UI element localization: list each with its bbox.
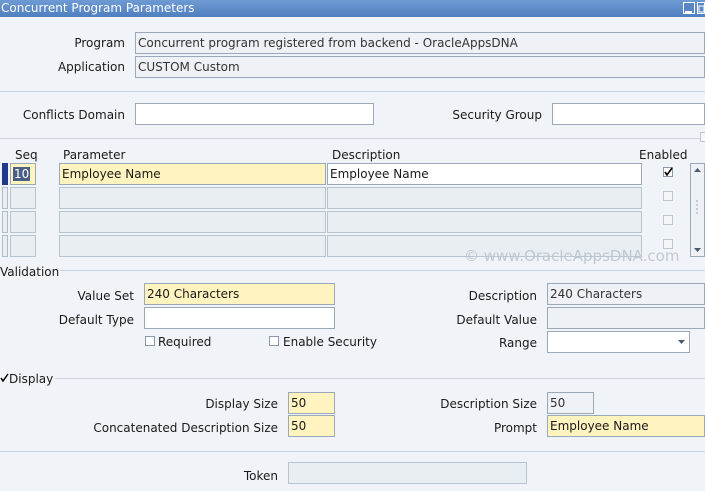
parameter-field[interactable] xyxy=(59,235,326,257)
default-type-field[interactable] xyxy=(144,307,335,329)
maximize-button[interactable] xyxy=(697,2,705,14)
security-group-label: Security Group xyxy=(452,108,542,122)
enable-security-checkbox[interactable] xyxy=(269,336,279,346)
divider xyxy=(55,378,705,379)
minimize-icon xyxy=(685,11,692,13)
description-field[interactable] xyxy=(327,187,642,209)
validation-description-field[interactable]: 240 Characters xyxy=(547,283,705,305)
parameter-field[interactable] xyxy=(59,187,326,209)
divider xyxy=(0,451,705,452)
program-label: Program xyxy=(74,36,125,50)
checkmark-icon xyxy=(664,167,673,177)
parameter-column-header: Parameter xyxy=(63,148,126,162)
prompt-label: Prompt xyxy=(493,421,537,435)
seq-field[interactable] xyxy=(10,235,36,257)
prompt-field[interactable]: Employee Name xyxy=(547,415,705,437)
divider xyxy=(0,138,705,139)
divider xyxy=(0,91,705,92)
row-selector[interactable] xyxy=(2,235,8,257)
enabled-checkbox[interactable] xyxy=(663,167,673,177)
description-size-label: Description Size xyxy=(440,397,537,411)
enabled-checkbox[interactable] xyxy=(663,215,673,225)
row-selector[interactable] xyxy=(2,163,8,185)
enable-security-label[interactable]: Enable Security xyxy=(283,334,377,350)
concatenated-description-size-field[interactable]: 50 xyxy=(288,415,335,437)
conflicts-domain-field[interactable] xyxy=(135,103,374,125)
minimize-button[interactable] xyxy=(683,2,695,14)
value-set-label: Value Set xyxy=(77,289,134,303)
default-type-label: Default Type xyxy=(58,313,134,327)
conflicts-domain-label: Conflicts Domain xyxy=(22,108,125,122)
seq-value: 10 xyxy=(13,167,31,181)
divider xyxy=(60,270,705,271)
value-set-field[interactable]: 240 Characters xyxy=(144,283,335,305)
watermark-text: © www.OracleAppsDNA.com xyxy=(464,247,680,265)
description-size-field[interactable]: 50 xyxy=(547,392,594,414)
window-title: Concurrent Program Parameters xyxy=(1,1,195,15)
display-size-field[interactable]: 50 xyxy=(288,392,335,414)
default-value-field[interactable] xyxy=(547,307,705,329)
enabled-column-header: Enabled xyxy=(639,148,688,162)
maximize-icon xyxy=(698,5,705,13)
header-checkbox[interactable] xyxy=(700,132,705,142)
scrollbar-arrows-icon xyxy=(694,168,701,252)
program-field[interactable]: Concurrent program registered from backe… xyxy=(135,32,705,54)
grid-scrollbar[interactable] xyxy=(690,163,705,257)
application-field[interactable]: CUSTOM Custom xyxy=(135,56,705,78)
chevron-down-icon xyxy=(678,340,685,344)
security-group-field[interactable] xyxy=(552,103,705,125)
required-checkbox[interactable] xyxy=(145,336,155,346)
range-dropdown[interactable] xyxy=(547,331,690,353)
display-section-label[interactable]: Display xyxy=(9,371,53,387)
enabled-checkbox[interactable] xyxy=(663,191,673,201)
description-column-header: Description xyxy=(332,148,401,162)
token-label: Token xyxy=(243,469,278,483)
description-field[interactable]: Employee Name xyxy=(327,163,642,185)
description-field[interactable] xyxy=(327,211,642,233)
display-size-label: Display Size xyxy=(205,397,278,411)
validation-section-label: Validation xyxy=(0,265,60,279)
row-selector[interactable] xyxy=(2,187,8,209)
row-selector[interactable] xyxy=(2,211,8,233)
seq-field[interactable] xyxy=(10,211,36,233)
application-label: Application xyxy=(57,60,125,74)
parameter-field[interactable]: Employee Name xyxy=(59,163,326,185)
required-label[interactable]: Required xyxy=(158,334,211,350)
seq-column-header: Seq xyxy=(15,148,38,162)
window-titlebar: Concurrent Program Parameters xyxy=(0,0,705,17)
validation-description-label: Description xyxy=(468,289,537,303)
default-value-label: Default Value xyxy=(456,313,537,327)
seq-field[interactable] xyxy=(10,187,36,209)
range-label: Range xyxy=(498,336,537,350)
parameter-field[interactable] xyxy=(59,211,326,233)
concatenated-description-size-label: Concatenated Description Size xyxy=(93,421,278,435)
seq-field[interactable]: 10 xyxy=(10,163,36,185)
token-field[interactable] xyxy=(288,462,527,484)
